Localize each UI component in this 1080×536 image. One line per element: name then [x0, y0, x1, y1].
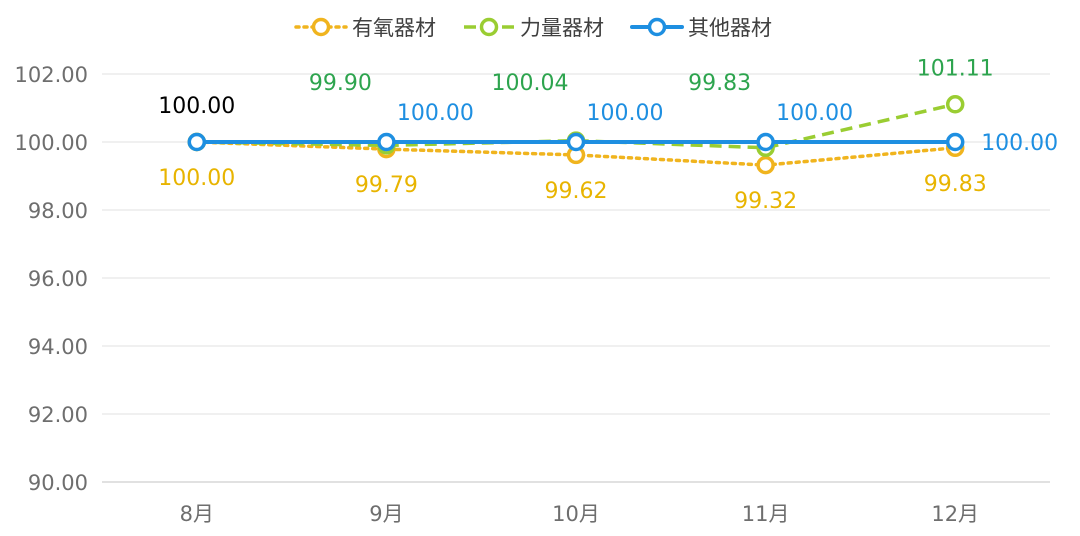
y-axis: 90.00 92.00 94.00 96.00 98.00 100.00 102.00: [15, 63, 88, 495]
data-point: [945, 95, 965, 114]
data-label: 100.04: [492, 71, 569, 96]
x-tick-label: 9月: [369, 502, 403, 526]
x-tick-label: 11月: [742, 502, 790, 526]
data-point: [756, 132, 775, 152]
legend: 有氧器材 力量器材 其他器材: [294, 16, 772, 40]
data-label: 99.32: [734, 189, 797, 214]
x-tick-label: 8月: [180, 502, 214, 526]
data-label: 99.62: [545, 179, 608, 204]
x-tick-label: 12月: [931, 502, 979, 526]
data-label: 101.11: [917, 56, 994, 81]
y-tick-label: 92.00: [28, 403, 88, 427]
legend-marker: [479, 17, 499, 37]
line-chart: 90.00 92.00 94.00 96.00 98.00 100.00 102.00 8月…: [15, 16, 1059, 526]
x-axis: 8月 9月 10月 11月 12月: [180, 502, 979, 526]
data-label: 99.83: [924, 172, 987, 197]
data-label: 100.00: [397, 101, 474, 126]
data-label: 100.00: [981, 131, 1058, 156]
legend-label: 有氧器材: [352, 16, 436, 40]
legend-label: 力量器材: [520, 16, 604, 40]
data-point: [566, 132, 586, 152]
legend-marker: [311, 17, 331, 37]
data-label: 99.83: [688, 71, 751, 96]
legend-marker: [647, 17, 667, 37]
data-label: 100.00: [587, 101, 664, 126]
data-label: 100.00: [158, 94, 235, 119]
legend-label: 其他器材: [688, 16, 772, 40]
legend-item: 力量器材: [464, 16, 604, 40]
y-tick-label: 96.00: [28, 267, 88, 291]
legend-item: 有氧器材: [294, 16, 436, 40]
data-labels: 100.00 100.00 99.79 99.62 99.32 99.83 99.90 100…: [158, 56, 1058, 214]
y-tick-label: 90.00: [28, 471, 88, 495]
data-point: [187, 132, 207, 152]
data-point: [756, 155, 775, 175]
data-point: [377, 132, 396, 152]
y-tick-label: 98.00: [28, 199, 88, 223]
y-tick-label: 100.00: [15, 131, 88, 155]
data-label: 100.00: [158, 166, 235, 191]
y-tick-label: 94.00: [28, 335, 88, 359]
legend-item: 其他器材: [630, 16, 772, 40]
data-point: [945, 132, 965, 152]
x-tick-label: 10月: [552, 502, 600, 526]
data-label: 100.00: [776, 101, 853, 126]
data-label: 99.90: [309, 71, 372, 96]
y-tick-label: 102.00: [15, 63, 88, 87]
data-label: 99.79: [355, 173, 418, 198]
